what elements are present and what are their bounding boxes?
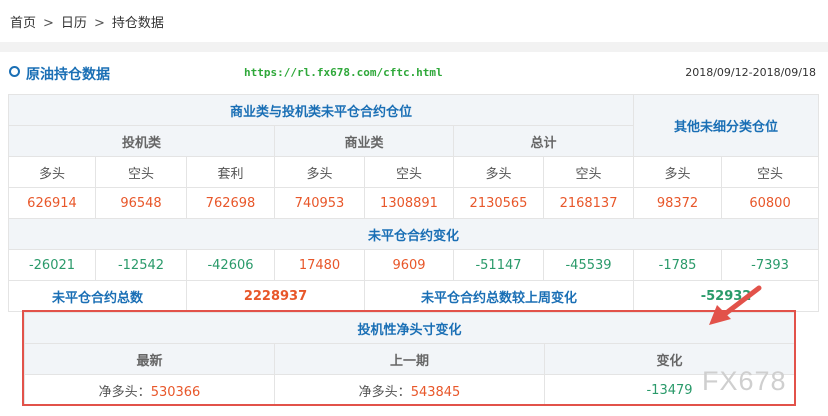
change-value: 17480	[274, 249, 365, 281]
position-value: 1308891	[364, 187, 454, 219]
weekly-change-label: 未平仓合约总数较上周变化	[363, 280, 635, 312]
total-label: 未平仓合约总数	[8, 280, 187, 312]
change-value: -51147	[453, 249, 544, 281]
change-value: -45539	[542, 249, 635, 281]
position-value: 60800	[721, 187, 820, 219]
total-value: 2228937	[186, 280, 365, 312]
sub-header: 空头	[364, 156, 454, 188]
source-url[interactable]: https://rl.fx678.com/cftc.html	[244, 66, 443, 79]
sub-header: 套利	[186, 156, 275, 188]
breadcrumb-separator: >	[93, 16, 105, 31]
spec-latest-cell: 净多头：530366	[24, 374, 275, 406]
watermark: FX678	[702, 366, 787, 396]
date-range: 2018/09/12-2018/09/18	[685, 66, 816, 79]
group-commercial: 商业类	[274, 125, 454, 157]
sub-header: 空头	[542, 156, 635, 188]
section-header: 原油持仓数据 https://rl.fx678.com/cftc.html 20…	[0, 52, 828, 94]
spec-col-latest: 最新	[24, 343, 275, 375]
change-value: -1785	[633, 249, 723, 281]
breadcrumb-home-link[interactable]: 首页	[10, 16, 36, 31]
section-title: 原油持仓数据	[26, 67, 110, 83]
spec-previous-value: 543845	[410, 384, 461, 400]
breadcrumb-current: 持仓数据	[111, 16, 164, 31]
spec-title: 投机性净头寸变化	[23, 312, 796, 344]
position-value: 762698	[186, 187, 275, 219]
position-value: 96548	[95, 187, 187, 219]
change-value: -42606	[186, 249, 275, 281]
spec-change-value: -13479	[646, 382, 693, 398]
sub-header: 多头	[453, 156, 544, 188]
breadcrumb-calendar-link[interactable]: 日历	[61, 16, 87, 31]
group-speculative: 投机类	[8, 125, 275, 157]
change-value: -7393	[721, 249, 820, 281]
header-main: 商业类与投机类未平仓合约仓位	[7, 94, 635, 126]
speculative-net-table: 投机性净头寸变化 最新 上一期 变化 净多头：530366 净多头：543845…	[23, 312, 796, 406]
position-value: 2168137	[542, 187, 635, 219]
positions-table: 商业类与投机类未平仓合约仓位 其他未细分类仓位 投机类 商业类 总计 多头 空头…	[7, 94, 820, 312]
position-value: 740953	[274, 187, 365, 219]
spec-latest-value: 530366	[150, 384, 201, 400]
breadcrumb: 首页 > 日历 > 持仓数据	[0, 0, 828, 42]
net-long-label: 净多头：	[98, 384, 151, 400]
spec-previous-cell: 净多头：543845	[274, 374, 545, 406]
change-value: 9609	[364, 249, 454, 281]
group-total: 总计	[452, 125, 635, 157]
header-other: 其他未细分类仓位	[633, 94, 820, 157]
sub-header: 多头	[274, 156, 365, 188]
position-value: 98372	[633, 187, 723, 219]
spec-col-previous: 上一期	[274, 343, 545, 375]
change-value: -26021	[8, 249, 96, 281]
sub-header: 多头	[8, 156, 96, 188]
oil-positions-panel: 原油持仓数据 https://rl.fx678.com/cftc.html 20…	[0, 52, 828, 416]
change-value: -12542	[95, 249, 187, 281]
net-long-label: 净多头：	[358, 384, 411, 400]
breadcrumb-separator: >	[43, 16, 54, 31]
sub-header: 空头	[721, 156, 820, 188]
position-value: 626914	[8, 187, 96, 219]
circle-bullet-icon	[9, 66, 20, 77]
change-title: 未平仓合约变化	[7, 218, 820, 250]
arrow-icon	[709, 285, 762, 325]
position-value: 2130565	[453, 187, 544, 219]
sub-header: 多头	[633, 156, 723, 188]
sub-header: 空头	[95, 156, 187, 188]
